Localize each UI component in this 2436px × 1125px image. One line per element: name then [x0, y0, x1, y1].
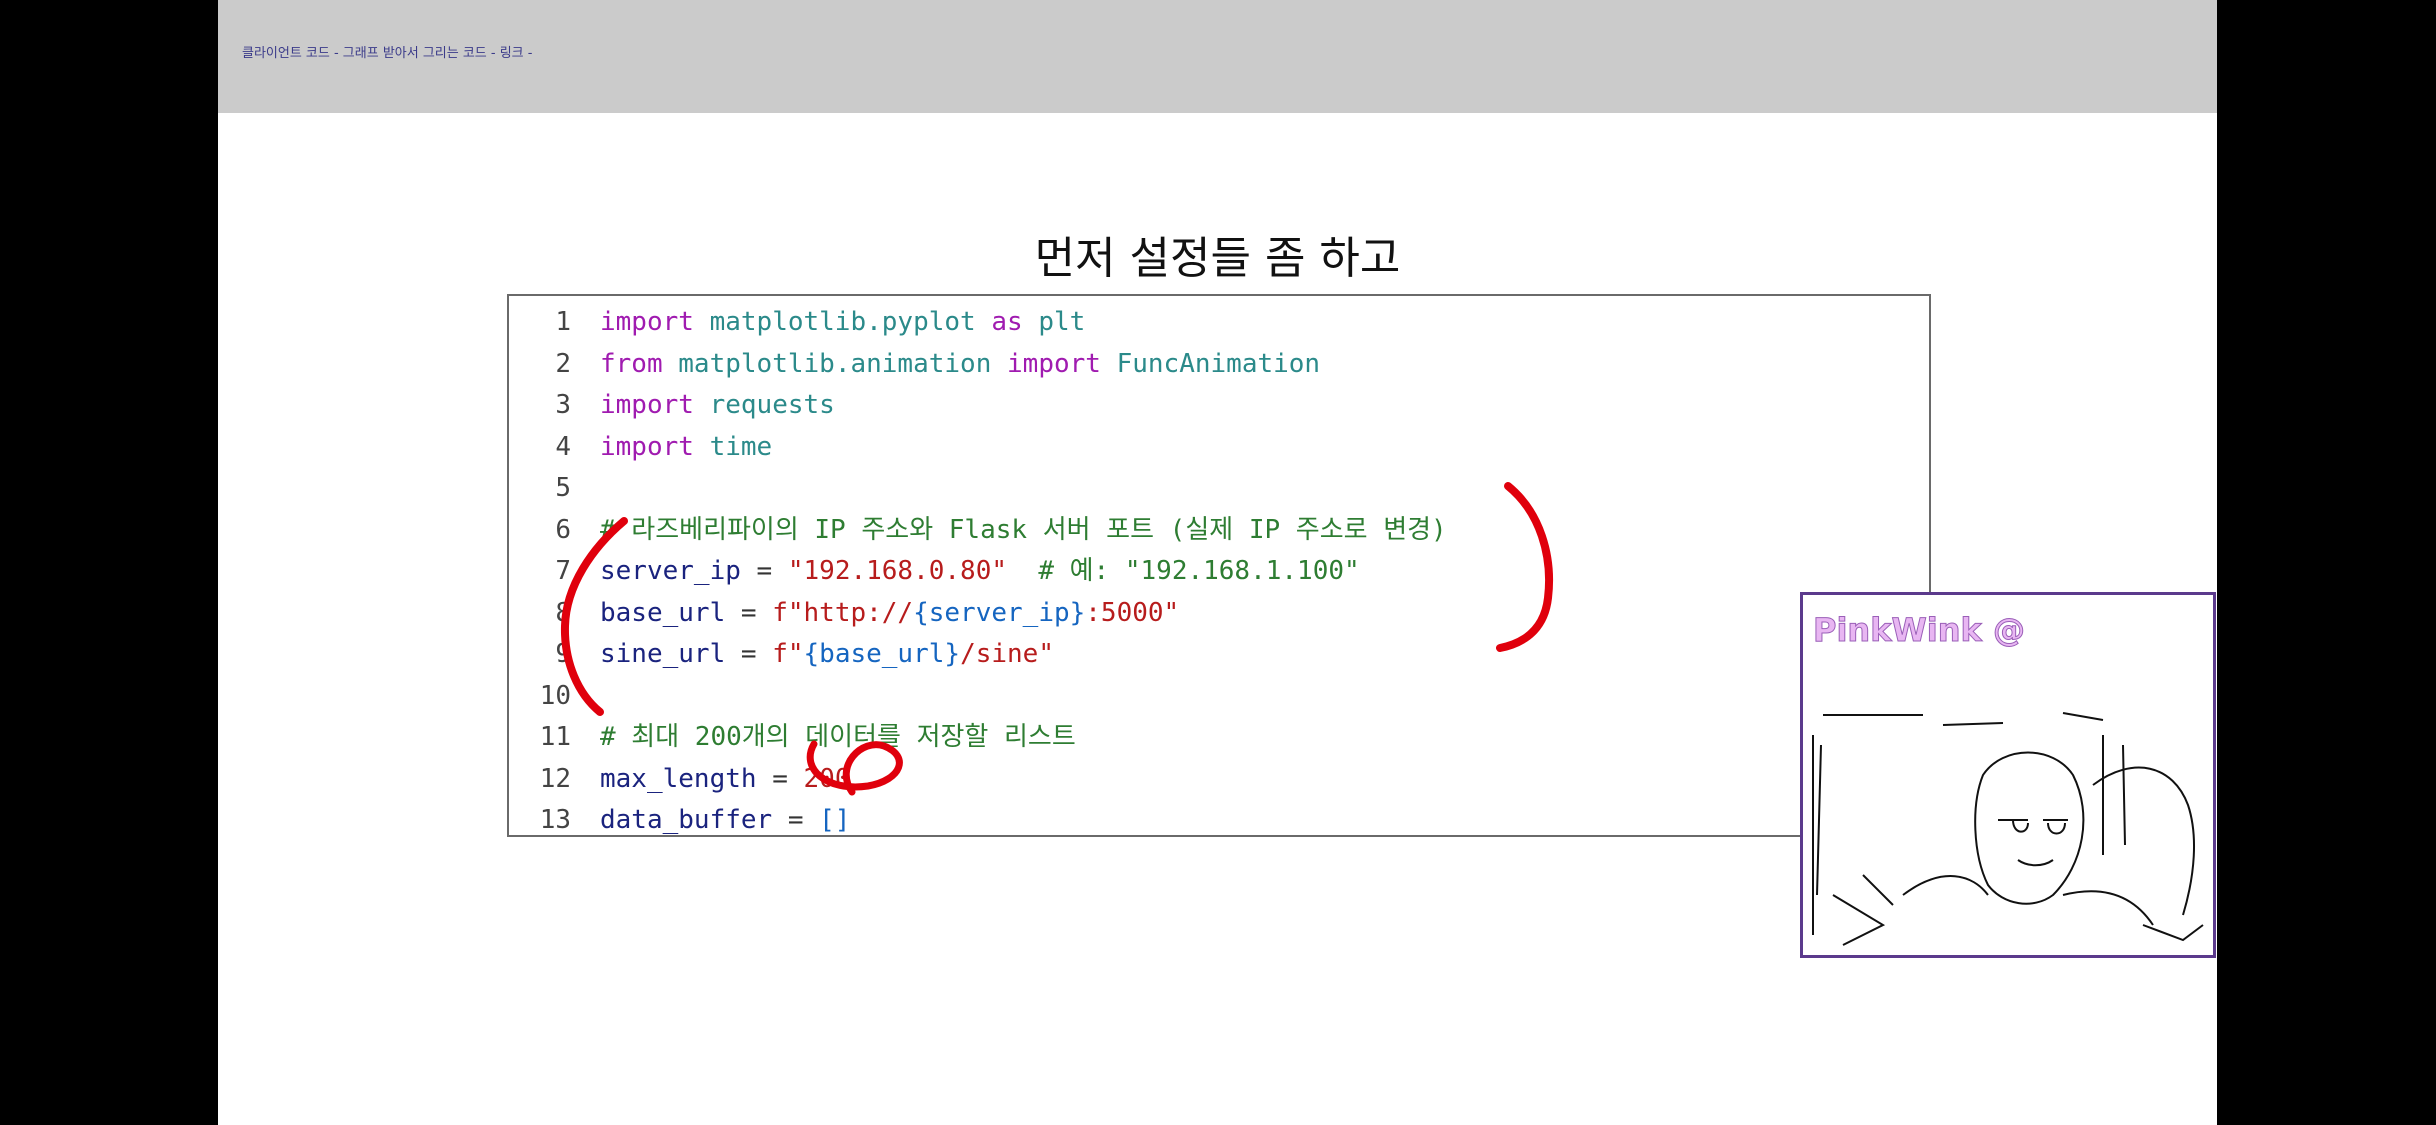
- code-token: :5000": [1085, 597, 1180, 628]
- line-number: 3: [555, 390, 571, 420]
- breadcrumb[interactable]: 클라이언트 코드 - 그래프 받아서 그리는 코드 - 링크 -: [242, 42, 532, 61]
- code-token: =: [772, 805, 820, 835]
- code-line: 3 import requests: [509, 385, 1929, 426]
- code-token: /sine": [960, 639, 1054, 669]
- webcam-overlay: PinkWink @: [1800, 592, 2216, 958]
- code-token: {base_url}: [803, 639, 961, 669]
- line-number: 11: [539, 722, 571, 752]
- slide-title: 먼저 설정들 좀 하고: [1034, 233, 1401, 284]
- line-number: 9: [555, 639, 571, 669]
- line-number: 2: [555, 348, 571, 379]
- line-number: 12: [539, 763, 571, 794]
- code-line: 9 sine_url = f"{base_url}/sine": [509, 634, 1929, 675]
- code-text: base_url = f"http://{server_ip}:5000": [600, 593, 1179, 634]
- code-line: 8 base_url = f"http://{server_ip}:5000": [509, 593, 1929, 634]
- code-token: []: [819, 805, 851, 835]
- code-text: max_length = 200: [600, 759, 850, 800]
- line-number: 6: [555, 514, 571, 545]
- code-token: import: [600, 307, 694, 337]
- code-line: 12 max_length = 200: [509, 759, 1929, 800]
- code-line: 10: [509, 676, 1929, 717]
- code-token: sine_url: [600, 639, 726, 669]
- code-token: matplotlib.animation: [678, 348, 992, 379]
- code-line: 4 import time: [509, 427, 1929, 468]
- code-text: from matplotlib.animation import FuncAni…: [600, 344, 1320, 385]
- code-token: =: [725, 639, 773, 669]
- code-text: server_ip = "192.168.0.80" # 예: "192.168…: [600, 551, 1360, 592]
- webcam-person-sketch: [1812, 712, 2204, 946]
- code-token: from: [600, 348, 663, 379]
- code-token: server_ip: [600, 556, 741, 586]
- code-text: # 라즈베리파이의 IP 주소와 Flask 서버 포트 (실제 IP 주소로 …: [600, 510, 1447, 551]
- line-number: 4: [555, 431, 571, 462]
- code-token: plt: [1038, 307, 1086, 337]
- code-block: 1 import matplotlib.pyplot as plt 2 from ma…: [507, 294, 1931, 837]
- code-text: # 최대 200개의 데이터를 저장할 리스트: [600, 717, 1076, 758]
- screen-root: 클라이언트 코드 - 그래프 받아서 그리는 코드 - 링크 - 먼저 설정들 …: [0, 0, 2436, 1125]
- code-token: FuncAnimation: [1116, 348, 1321, 379]
- code-token: requests: [709, 390, 835, 420]
- code-token: as: [991, 307, 1023, 337]
- line-number: 10: [539, 680, 571, 711]
- code-line: 5: [509, 468, 1929, 509]
- code-token: # 라즈베리파이의 IP 주소와 Flask 서버 포트 (실제 IP 주소로 …: [600, 514, 1447, 545]
- code-token: # 최대 200개의 데이터를 저장할 리스트: [600, 722, 1076, 752]
- code-line: 11 # 최대 200개의 데이터를 저장할 리스트: [509, 717, 1929, 758]
- code-text: sine_url = f"{base_url}/sine": [600, 634, 1054, 675]
- code-token: f"http://: [772, 597, 914, 628]
- code-token: "192.168.0.80": [787, 556, 1008, 586]
- code-token: max_length: [600, 763, 757, 794]
- code-token: base_url: [600, 597, 726, 628]
- code-token: 200: [803, 763, 851, 794]
- line-number: 1: [555, 307, 571, 337]
- code-line: 6 # 라즈베리파이의 IP 주소와 Flask 서버 포트 (실제 IP 주소로…: [509, 510, 1929, 551]
- code-token: import: [600, 431, 694, 462]
- code-text: data_buffer = []: [600, 800, 850, 841]
- line-number: 5: [555, 473, 571, 503]
- code-line: 13 data_buffer = []: [509, 800, 1929, 841]
- code-token: {server_ip}: [913, 597, 1086, 628]
- code-line: 2 from matplotlib.animation import FuncAn…: [509, 344, 1929, 385]
- code-text: import time: [600, 427, 772, 468]
- slide-header-bar: 클라이언트 코드 - 그래프 받아서 그리는 코드 - 링크 -: [218, 0, 2217, 113]
- line-number: 8: [555, 597, 571, 628]
- code-line: 7 server_ip = "192.168.0.80" # 예: "192.16…: [509, 551, 1929, 592]
- code-token: f": [772, 639, 804, 669]
- code-token: =: [756, 763, 804, 794]
- code-token: data_buffer: [600, 805, 773, 835]
- code-token: import: [1007, 348, 1101, 379]
- code-token: matplotlib.pyplot: [709, 307, 976, 337]
- code-token: # 예: "192.168.1.100": [1038, 556, 1360, 586]
- code-token: import: [600, 390, 694, 420]
- code-token: =: [740, 556, 788, 586]
- code-text: import requests: [600, 385, 835, 426]
- line-number: 13: [539, 805, 571, 835]
- line-number: 7: [555, 556, 571, 586]
- code-token: time: [709, 431, 773, 462]
- code-text: import matplotlib.pyplot as plt: [600, 302, 1085, 343]
- code-token: =: [725, 597, 773, 628]
- code-line: 1 import matplotlib.pyplot as plt: [509, 302, 1929, 343]
